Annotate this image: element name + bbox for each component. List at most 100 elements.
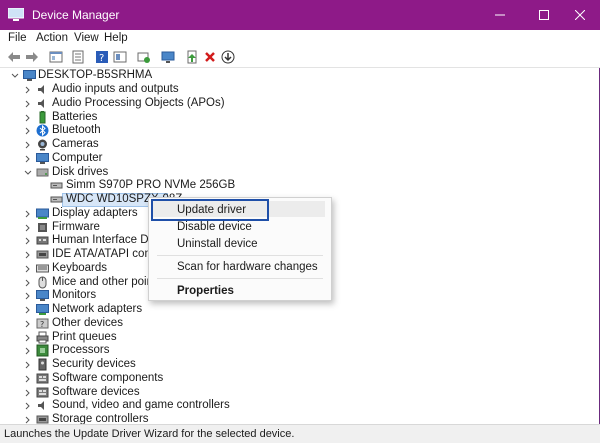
- properties-toolbar-button[interactable]: [70, 49, 86, 65]
- tree-item-label: Sound, video and game controllers: [52, 399, 230, 412]
- unknown-device-icon: ?: [36, 318, 49, 329]
- update-driver-toolbar-button[interactable]: [184, 49, 200, 65]
- back-button[interactable]: [6, 49, 22, 65]
- context-menu: Update driver Disable device Uninstall d…: [148, 197, 332, 301]
- properties-sheet-icon: [72, 50, 84, 64]
- chevron-right-icon[interactable]: [23, 318, 33, 330]
- refresh-toolbar-button[interactable]: [136, 49, 152, 65]
- chevron-right-icon[interactable]: [23, 139, 33, 151]
- update-driver-menu-item[interactable]: Update driver: [177, 204, 246, 216]
- tree-root-label: DESKTOP-B5SRHMA: [38, 69, 153, 81]
- tree-item-label: Software components: [52, 371, 164, 384]
- chevron-right-icon[interactable]: [23, 290, 33, 302]
- update-driver-icon: [187, 50, 197, 64]
- show-hide-console-tree-button[interactable]: [48, 49, 64, 65]
- tree-item-label: Network adapters: [52, 303, 143, 315]
- chevron-right-icon[interactable]: [23, 125, 33, 137]
- drive-icon: [50, 196, 63, 203]
- maximize-button[interactable]: [524, 0, 564, 30]
- console-tree-icon: [49, 51, 63, 63]
- security-icon: [38, 358, 47, 371]
- chevron-right-icon[interactable]: [23, 400, 33, 412]
- scan-hardware-toolbar-button[interactable]: [160, 49, 176, 65]
- tree-item-label: Keyboards: [52, 261, 107, 274]
- chevron-right-icon[interactable]: [23, 304, 33, 316]
- tree-category-row[interactable]: Computer: [0, 152, 600, 166]
- uninstall-toolbar-button[interactable]: [202, 49, 218, 65]
- mouse-icon: [38, 276, 47, 288]
- close-button[interactable]: [560, 0, 600, 30]
- maximize-icon: [539, 10, 549, 20]
- tree-item-label: Monitors: [52, 289, 97, 302]
- chevron-right-icon[interactable]: [23, 387, 33, 399]
- tree-item-label: Batteries: [52, 110, 98, 123]
- chevron-right-icon[interactable]: [23, 98, 33, 110]
- tree-category-row[interactable]: Software components: [0, 372, 600, 386]
- tree-root-row[interactable]: DESKTOP-B5SRHMA: [0, 69, 600, 83]
- help-toolbar-button[interactable]: ?: [94, 49, 110, 65]
- chevron-right-icon[interactable]: [23, 332, 33, 344]
- svg-text:?: ?: [99, 53, 104, 64]
- tree-category-row[interactable]: Security devices: [0, 358, 600, 372]
- tree-category-row[interactable]: Disk drives: [0, 166, 600, 180]
- tree-category-row[interactable]: Print queues: [0, 331, 600, 345]
- disable-toolbar-button[interactable]: [220, 49, 236, 65]
- chevron-right-icon[interactable]: [23, 235, 33, 247]
- tree-category-row[interactable]: Batteries: [0, 110, 600, 125]
- tree-category-row[interactable]: ? Other devices: [0, 317, 600, 331]
- speaker-icon: [38, 401, 44, 411]
- scan-hardware-menu-item[interactable]: Scan for hardware changes: [177, 261, 318, 273]
- chevron-right-icon[interactable]: [23, 345, 33, 357]
- properties-menu-item[interactable]: Properties: [177, 285, 234, 297]
- tree-item-label: Audio inputs and outputs: [52, 83, 179, 95]
- chevron-right-icon[interactable]: [23, 84, 33, 96]
- disable-device-menu-item[interactable]: Disable device: [177, 221, 252, 233]
- chevron-down-icon[interactable]: [10, 70, 20, 82]
- chevron-down-icon[interactable]: [23, 167, 33, 179]
- chevron-right-icon[interactable]: [23, 373, 33, 385]
- tree-item-label: Bluetooth: [52, 124, 101, 137]
- chevron-right-icon[interactable]: [23, 153, 33, 165]
- disk-icon: [36, 168, 49, 176]
- tree-item-label: Print queues: [52, 330, 117, 343]
- view-toolbar-button[interactable]: [112, 49, 128, 65]
- tree-category-row[interactable]: Cameras: [0, 138, 600, 152]
- chevron-right-icon[interactable]: [23, 208, 33, 220]
- forward-arrow-icon: [26, 52, 38, 62]
- view-icon: [113, 51, 127, 63]
- tree-item-label: Storage controllers: [52, 413, 149, 424]
- menu-file[interactable]: File: [8, 32, 27, 44]
- device-manager-window: Device Manager File Action View Help ? D…: [0, 0, 600, 443]
- uninstall-device-menu-item[interactable]: Uninstall device: [177, 238, 258, 250]
- menu-action[interactable]: Action: [36, 32, 68, 44]
- chevron-right-icon[interactable]: [23, 112, 33, 124]
- tree-item-label: Simm S970P PRO NVMe 256GB: [66, 179, 236, 192]
- menu-help[interactable]: Help: [104, 32, 128, 44]
- chevron-right-icon[interactable]: [23, 414, 33, 424]
- tree-category-row[interactable]: Audio inputs and outputs: [0, 83, 600, 97]
- tree-category-row[interactable]: Network adapters: [0, 303, 600, 317]
- help-icon: ?: [96, 51, 108, 64]
- chevron-right-icon[interactable]: [23, 263, 33, 275]
- title-bar[interactable]: Device Manager: [0, 0, 600, 30]
- chevron-right-icon[interactable]: [23, 277, 33, 289]
- chevron-right-icon[interactable]: [23, 359, 33, 371]
- forward-button[interactable]: [24, 49, 40, 65]
- device-row[interactable]: Simm S970P PRO NVMe 256GB: [0, 179, 600, 193]
- tree-category-row[interactable]: Storage controllers: [0, 413, 600, 424]
- chevron-right-icon[interactable]: [23, 249, 33, 261]
- tree-category-row[interactable]: Software devices: [0, 386, 600, 400]
- status-text: Launches the Update Driver Wizard for th…: [4, 428, 295, 440]
- tree-category-row[interactable]: Bluetooth: [0, 124, 600, 138]
- camera-icon: [38, 139, 47, 151]
- chevron-right-icon[interactable]: [23, 222, 33, 234]
- tree-category-row[interactable]: Processors: [0, 344, 600, 358]
- tree-category-row[interactable]: Audio Processing Objects (APOs): [0, 97, 600, 111]
- tree-category-row[interactable]: Sound, video and game controllers: [0, 399, 600, 413]
- tree-item-label: Display adapters: [52, 206, 138, 219]
- menu-bar: File Action View Help: [0, 30, 600, 47]
- chip-icon: [38, 222, 47, 232]
- battery-icon: [39, 110, 46, 123]
- minimize-button[interactable]: [480, 0, 520, 30]
- menu-view[interactable]: View: [74, 32, 99, 44]
